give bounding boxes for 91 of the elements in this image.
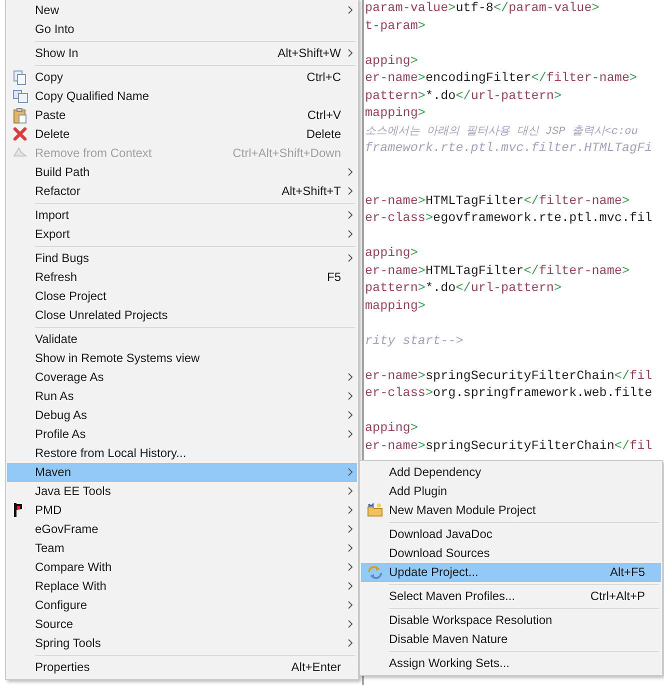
menu-item[interactable]: Import	[7, 206, 357, 224]
menu-item[interactable]: Add Plugin	[361, 482, 661, 500]
menu-item[interactable]: Replace With	[7, 576, 357, 596]
folder-icon	[367, 502, 383, 516]
chevron-icon	[348, 187, 352, 195]
menu-item[interactable]: New	[7, 0, 357, 20]
menu-item[interactable]: Spring Tools	[7, 634, 357, 652]
chevron-icon	[348, 392, 352, 400]
menu-item[interactable]: Build Path	[7, 162, 357, 182]
menu-item[interactable]: Validate	[7, 330, 357, 348]
code-line: mapping>	[365, 298, 426, 314]
chevron-icon	[348, 254, 352, 262]
pages-icon	[13, 70, 27, 86]
chevron-icon	[348, 468, 352, 476]
chevron-icon	[348, 639, 352, 647]
menu-item[interactable]: Select Maven Profiles... Ctrl+Alt+P	[361, 586, 661, 606]
menu-item[interactable]: Find Bugs	[7, 248, 357, 268]
chevron-icon	[348, 168, 352, 176]
code-line: mapping>	[365, 105, 426, 122]
menu-item[interactable]: Go Into	[7, 20, 357, 38]
menu-item[interactable]: Disable Maven Nature	[361, 630, 661, 648]
menu-item[interactable]: Download JavaDoc	[361, 524, 661, 544]
menu-item[interactable]: New Maven Module Project	[361, 500, 661, 520]
menu-item[interactable]: Run As	[7, 386, 357, 406]
menu-item[interactable]: Paste Ctrl+V	[7, 106, 357, 124]
faded-icon	[13, 146, 27, 158]
menu-item[interactable]: Team	[7, 538, 357, 558]
code-line: rity start-->	[365, 332, 464, 350]
menu-item[interactable]: Add Dependency	[361, 462, 661, 482]
code-line: apping>	[365, 245, 419, 262]
code-line: er-name>encodingFilter</filter-name>	[365, 70, 638, 87]
menu-item[interactable]: Compare With	[7, 558, 357, 576]
code-line: er-name>HTMLTagFilter</filter-name>	[365, 192, 631, 210]
code-line: apping>	[365, 52, 419, 70]
code-line: param-value>utf-8</param-value>	[365, 0, 600, 17]
menu-item[interactable]: Show in Remote Systems view	[7, 348, 357, 368]
menu-item[interactable]: Delete Delete	[7, 124, 357, 144]
menu-item[interactable]: Profile As	[7, 424, 357, 444]
flag-icon	[13, 502, 23, 516]
chevron-icon	[348, 6, 352, 14]
code-line: er-name>springSecurityFilterChain</fil	[365, 368, 654, 384]
menu-item[interactable]: Assign Working Sets...	[361, 654, 661, 672]
chevron-icon	[348, 211, 352, 219]
menu-item[interactable]: Restore from Local History...	[7, 444, 357, 462]
code-line: er-name>HTMLTagFilter</filter-name>	[365, 262, 631, 280]
menu-item[interactable]: Copy Ctrl+C	[7, 68, 357, 86]
chevron-icon	[348, 430, 352, 438]
chevron-icon	[348, 506, 352, 514]
menu-item[interactable]: Close Unrelated Projects	[7, 306, 357, 324]
refresh-arrows-icon	[367, 564, 383, 578]
pages-icon	[13, 88, 28, 102]
chevron-icon	[348, 525, 352, 533]
code-line: apping>	[365, 420, 419, 437]
chevron-icon	[348, 49, 352, 57]
chevron-icon	[348, 411, 352, 419]
chevron-icon	[348, 601, 352, 609]
code-line: pattern>*.do</url-pattern>	[365, 280, 563, 297]
menu-item[interactable]: Disable Workspace Resolution	[361, 610, 661, 630]
chevron-icon	[348, 544, 352, 552]
menu-item[interactable]: Configure	[7, 596, 357, 614]
menu-item[interactable]: Java EE Tools	[7, 482, 357, 500]
code-line: 소스에서는 아래의 필터사용 대신 JSP 출력시<c:ou	[365, 124, 639, 140]
menu-item[interactable]: Show In Alt+Shift+W	[7, 44, 357, 62]
menu-item[interactable]: eGovFrame	[7, 520, 357, 538]
menu-item[interactable]: Update Project... Alt+F5	[361, 562, 661, 582]
menu-item[interactable]: Debug As	[7, 406, 357, 424]
chevron-icon	[348, 373, 352, 381]
menu-item[interactable]: Coverage As	[7, 368, 357, 386]
clipboard-icon	[13, 108, 27, 124]
chevron-icon	[348, 582, 352, 590]
menu-item[interactable]: Maven	[7, 462, 357, 482]
code-line: er-name>springSecurityFilterChain</fil	[365, 438, 654, 454]
code-line: pattern>*.do</url-pattern>	[365, 88, 563, 104]
menu-item[interactable]: Export	[7, 224, 357, 244]
menu-item[interactable]: Refactor Alt+Shift+T	[7, 182, 357, 200]
menu-item[interactable]: Copy Qualified Name	[7, 86, 357, 106]
chevron-icon	[348, 230, 352, 238]
chevron-icon	[348, 563, 352, 571]
menu-item[interactable]: Source	[7, 614, 357, 634]
code-line: framework.rte.ptl.mvc.filter.HTMLTagFi	[365, 140, 654, 157]
code-line: t-param>	[365, 18, 426, 34]
chevron-icon	[348, 620, 352, 628]
menu-item[interactable]: Properties Alt+Enter	[7, 658, 357, 676]
delete-icon	[13, 126, 27, 140]
menu-item[interactable]: Download Sources	[361, 544, 661, 562]
code-line: er-class>org.springframework.web.filte	[365, 385, 654, 402]
chevron-icon	[348, 487, 352, 495]
menu-item[interactable]: Close Project	[7, 286, 357, 306]
menu-item[interactable]: PMD	[7, 500, 357, 520]
code-line: er-class>egovframework.rte.ptl.mvc.fil	[365, 210, 654, 227]
menu-item[interactable]: Refresh F5	[7, 268, 357, 286]
